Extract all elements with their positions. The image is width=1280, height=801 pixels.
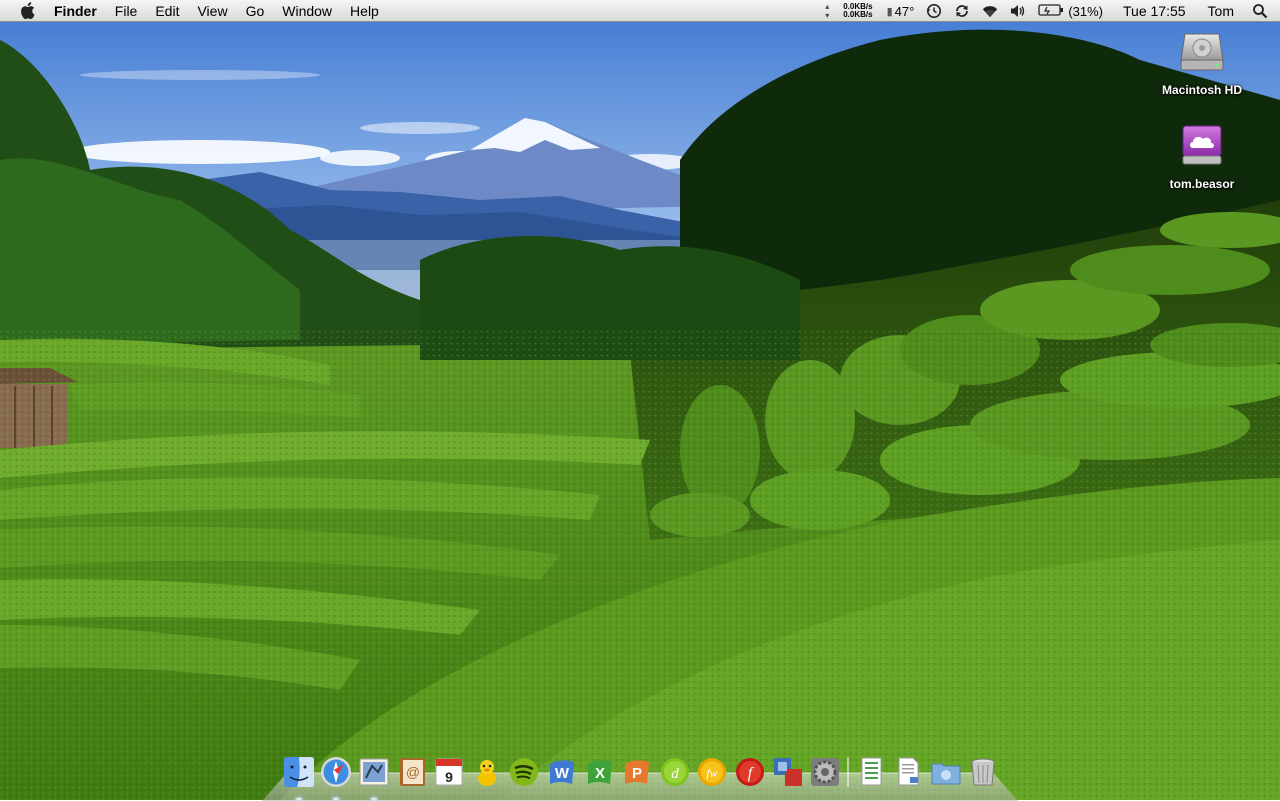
svg-text:fw: fw bbox=[707, 766, 718, 780]
ical-icon: 9 bbox=[433, 756, 465, 788]
wifi-icon[interactable] bbox=[981, 3, 999, 19]
network-monitor[interactable]: ▴ ▾ 0.0KB/s 0.0KB/s bbox=[825, 2, 872, 20]
menu-file[interactable]: File bbox=[106, 0, 147, 22]
network-arrows-icon: ▴ ▾ bbox=[825, 2, 830, 20]
menu-help[interactable]: Help bbox=[341, 0, 388, 22]
dock-item-dreamweaver[interactable]: d bbox=[658, 756, 691, 789]
volume-icon[interactable] bbox=[1009, 3, 1027, 19]
flash-icon: f bbox=[734, 756, 766, 788]
vmware-icon bbox=[772, 756, 804, 788]
dreamweaver-icon: d bbox=[659, 756, 691, 788]
dock-item-finder[interactable] bbox=[282, 756, 315, 801]
spotify-icon bbox=[508, 756, 540, 788]
dock-item-spotify[interactable] bbox=[508, 756, 541, 789]
dock-item-documents-stack[interactable] bbox=[854, 756, 887, 789]
dock-item-address-book[interactable]: @ bbox=[395, 756, 428, 789]
menu-clock[interactable]: Tue 17:55 bbox=[1123, 3, 1186, 19]
battery-percent: (31%) bbox=[1068, 3, 1104, 19]
temperature-value: 47° bbox=[894, 3, 915, 19]
downloads-stack-icon bbox=[892, 756, 924, 788]
dock-item-ical[interactable]: 9 bbox=[433, 756, 466, 789]
documents-stack-icon bbox=[855, 756, 887, 788]
address-book-icon: @ bbox=[396, 756, 428, 788]
dock-item-system-preferences[interactable] bbox=[809, 756, 842, 789]
mail-icon bbox=[358, 756, 390, 788]
battery-status[interactable]: (31%) bbox=[1038, 3, 1103, 20]
dock-item-word[interactable]: W bbox=[545, 756, 578, 789]
menu-view[interactable]: View bbox=[188, 0, 236, 22]
powerpoint-icon: P bbox=[621, 756, 653, 788]
excel-icon: X bbox=[584, 756, 616, 788]
download-rate: 0.0KB/s bbox=[843, 10, 873, 19]
svg-text:X: X bbox=[595, 765, 605, 782]
temperature-monitor[interactable]: ▮ 47° bbox=[887, 4, 915, 19]
menu-edit[interactable]: Edit bbox=[146, 0, 188, 22]
dock-item-downloads-stack[interactable] bbox=[892, 756, 925, 789]
dock-item-mail[interactable] bbox=[357, 756, 390, 801]
dock-item-trash[interactable] bbox=[967, 756, 1000, 789]
dock-item-excel[interactable]: X bbox=[583, 756, 616, 789]
menu-go[interactable]: Go bbox=[237, 0, 274, 22]
svg-text:@: @ bbox=[405, 764, 419, 780]
safari-icon bbox=[320, 756, 352, 788]
battery-icon bbox=[1038, 3, 1064, 20]
spotlight-icon[interactable] bbox=[1252, 3, 1268, 19]
svg-text:P: P bbox=[632, 765, 642, 782]
desktop-wallpaper bbox=[0, 0, 1280, 800]
app-menu-finder[interactable]: Finder bbox=[54, 0, 106, 22]
desktop-icon-label: tom.beasor bbox=[1169, 177, 1235, 191]
fireworks-icon: fw bbox=[696, 756, 728, 788]
desktop-icon-idisk[interactable]: tom.beasor bbox=[1147, 122, 1257, 191]
desktop-icon-label: Macintosh HD bbox=[1161, 83, 1242, 97]
dock-item-safari[interactable] bbox=[320, 756, 353, 801]
trash-icon bbox=[967, 756, 999, 788]
adium-icon bbox=[471, 756, 503, 788]
dock-item-powerpoint[interactable]: P bbox=[621, 756, 654, 789]
menu-bar: Finder File Edit View Go Window Help ▴ ▾ … bbox=[0, 0, 1280, 22]
finder-icon bbox=[283, 756, 315, 788]
dock-item-vmware-fusion[interactable] bbox=[771, 756, 804, 789]
dock-item-flash[interactable]: f bbox=[733, 756, 766, 789]
dock-separator bbox=[846, 757, 849, 787]
system-preferences-icon bbox=[809, 756, 841, 788]
dock: @ 9 W X P d fw f bbox=[280, 752, 1006, 801]
word-icon: W bbox=[546, 756, 578, 788]
thermometer-icon: ▮ bbox=[886, 5, 893, 18]
apple-menu-icon[interactable] bbox=[20, 2, 36, 20]
svg-text:W: W bbox=[555, 765, 570, 782]
sync-icon[interactable] bbox=[953, 3, 971, 19]
idisk-icon bbox=[1179, 122, 1225, 173]
dock-item-fireworks[interactable]: fw bbox=[696, 756, 729, 789]
dock-item-adium[interactable] bbox=[470, 756, 503, 789]
ical-date: 9 bbox=[445, 769, 453, 785]
desktop-icon-macintosh-hd[interactable]: Macintosh HD bbox=[1147, 30, 1257, 97]
svg-text:d: d bbox=[671, 766, 679, 782]
fast-user-switch[interactable]: Tom bbox=[1208, 3, 1234, 19]
time-machine-icon[interactable] bbox=[925, 3, 943, 19]
menu-window[interactable]: Window bbox=[273, 0, 341, 22]
dock-item-applications-folder[interactable] bbox=[929, 756, 962, 789]
hard-drive-icon bbox=[1179, 30, 1225, 79]
applications-folder-icon bbox=[930, 756, 962, 788]
